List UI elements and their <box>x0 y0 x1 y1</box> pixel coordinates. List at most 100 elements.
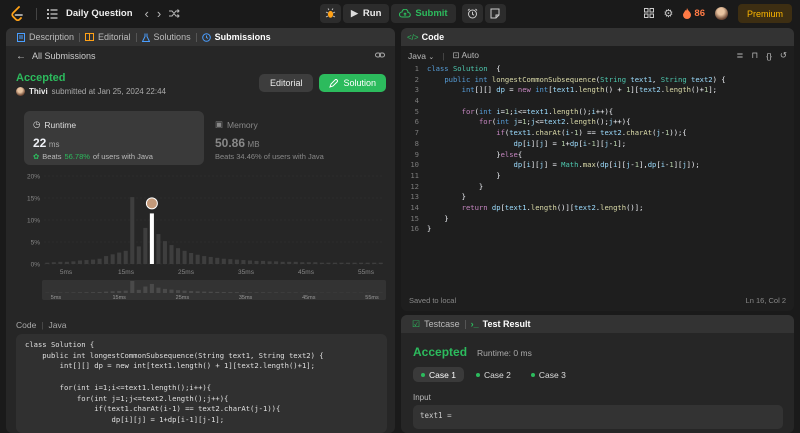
code-token: ) { <box>712 74 726 84</box>
code-line[interactable]: 8 dp[i][j] = 1 + dp[i -1][j -1]; <box>401 139 793 150</box>
pass-dot <box>530 372 535 377</box>
bar <box>176 248 181 264</box>
code-token: } <box>427 192 466 202</box>
chevron-left-icon[interactable]: ‹ <box>145 6 149 21</box>
line-number: 12 <box>410 181 419 191</box>
input-label: Input <box>413 393 431 402</box>
bar <box>195 254 200 264</box>
memory-card[interactable]: ▣ Memory 50.86 MB Beats 34.46% of users … <box>206 111 376 165</box>
code-line[interactable]: 2 public int longestCommonSubsequence(St… <box>401 75 793 86</box>
debug-button[interactable] <box>320 4 341 23</box>
case-tab-1[interactable]: Case 1 <box>413 367 464 382</box>
history-icon <box>201 32 211 42</box>
code-line[interactable]: 3 int[][] dp = new int[text1. length() + … <box>401 85 793 96</box>
code-line[interactable]: 10 dp[i][j] = Math. max(dp[i][j -1], dp[i -1… <box>401 160 793 171</box>
auto-mode[interactable]: ⊡ Auto <box>452 50 479 61</box>
bar <box>64 261 69 264</box>
grid-icon[interactable] <box>643 7 654 20</box>
code-token: } <box>427 224 432 234</box>
code-token: (); <box>595 117 609 127</box>
problem-list-icon[interactable] <box>47 8 58 19</box>
code-token: (); <box>578 106 592 116</box>
editor-toolbar: Java ⌄ | ⊡ Auto ≣ ⊓ {} ↺ <box>401 46 794 65</box>
code-line[interactable]: 12 } <box>401 182 793 193</box>
submitted-code[interactable]: class Solution { public int longestCommo… <box>16 334 387 433</box>
bar <box>352 262 357 264</box>
leetcode-logo[interactable] <box>8 6 24 22</box>
format-icon[interactable]: ≣ <box>736 50 743 61</box>
code-line[interactable]: 14 return dp[text1. length()][text2. lengt… <box>401 203 793 214</box>
code-line[interactable]: 11 } <box>401 171 793 182</box>
tab-test-result[interactable]: ›_ Test Result <box>466 319 536 329</box>
code-line[interactable]: 13 } <box>401 192 793 203</box>
case-label: Case 2 <box>483 369 511 380</box>
bar <box>143 227 148 264</box>
link-icon[interactable] <box>375 51 385 61</box>
mini-bar <box>247 292 252 293</box>
code-line[interactable]: 5 for(int i = 1; i <= text1. length (); i ++){ <box>401 107 793 118</box>
editorial-button[interactable]: Editorial <box>258 74 314 92</box>
input-value-box[interactable]: text1 = <box>413 405 783 429</box>
mini-x-tick-label: 5ms <box>51 295 62 301</box>
braces-icon[interactable]: {} <box>766 51 772 61</box>
tab-label: Editorial <box>98 32 131 42</box>
timer-button[interactable] <box>461 4 483 23</box>
bug-icon <box>325 8 336 18</box>
streak-counter[interactable]: 86 <box>683 8 705 19</box>
page-title[interactable]: Daily Question <box>66 8 133 19</box>
tab-testcase[interactable]: ☑ Testcase <box>407 319 465 330</box>
mini-bar <box>195 291 200 293</box>
mini-bar <box>202 291 207 293</box>
submit-button[interactable]: Submit <box>391 4 456 23</box>
tab-description[interactable]: Description <box>12 32 79 42</box>
avatar[interactable] <box>714 7 728 20</box>
chevron-right-icon[interactable]: › <box>157 6 161 21</box>
bar <box>332 262 337 264</box>
case-tab-3[interactable]: Case 3 <box>523 367 574 382</box>
code-line[interactable]: 1 class Solution { <box>401 64 793 75</box>
code-token: for <box>461 106 475 116</box>
runtime-distribution-chart[interactable]: 20% 15% 10% 5% 0% 5ms 15ms 25ms 35ms 45ms 55ms 5ms 1… <box>6 168 395 308</box>
code-token: dp <box>491 202 501 212</box>
shuffle-icon[interactable] <box>169 9 180 18</box>
code-line[interactable]: 16} <box>401 224 793 235</box>
code-line[interactable]: 6 for(int j = 1; j <= text2. length (); j ++){ <box>401 117 793 128</box>
case-tab-2[interactable]: Case 2 <box>468 367 519 382</box>
user-avatar-marker <box>145 197 158 210</box>
code-line[interactable]: 7 if(text1. charAt(i -1) == text2. charAt(j… <box>401 128 793 139</box>
code-line[interactable]: 4 <box>401 96 793 107</box>
tab-editorial[interactable]: Editorial <box>80 32 136 42</box>
code-token: ][ <box>530 160 540 170</box>
beats-suffix: of users with Java <box>92 152 153 161</box>
code-line[interactable]: 15 } <box>401 214 793 225</box>
x-tick-label: 5ms <box>60 269 73 276</box>
back-link[interactable]: ← All Submissions <box>16 51 96 62</box>
code-token: } <box>427 213 449 223</box>
code-token: for <box>478 117 492 127</box>
username[interactable]: Thivi <box>29 87 48 96</box>
edit-icon <box>329 78 339 88</box>
premium-button[interactable]: Premium <box>737 4 792 23</box>
tab-submissions[interactable]: Submissions <box>197 32 276 42</box>
language-select[interactable]: Java ⌄ <box>408 51 434 61</box>
code-line[interactable]: 9 } else{ <box>401 150 793 161</box>
runtime-card[interactable]: ◷ Runtime 22 ms ✿ Beats 56.78% of users … <box>24 111 204 165</box>
mini-bar <box>84 292 89 293</box>
line-number: 7 <box>414 128 419 138</box>
tab-solutions[interactable]: Solutions <box>137 32 196 42</box>
bar <box>169 245 174 264</box>
solution-button[interactable]: Solution <box>319 74 386 92</box>
user-controls: ⚙ 86 Premium <box>643 4 792 23</box>
notes-button[interactable] <box>484 4 506 23</box>
gear-icon[interactable]: ⚙ <box>664 7 674 20</box>
left-tab-bar: Description Editorial Solutions Submissi… <box>6 28 395 46</box>
memory-value: 50.86 <box>215 136 246 150</box>
code-editor[interactable]: 1 class Solution {2 public int longestCom… <box>401 64 793 235</box>
user-avatar[interactable] <box>16 87 25 96</box>
run-button[interactable]: ▶ Run <box>343 4 390 23</box>
editor-title: Code <box>421 32 445 42</box>
mini-bar <box>189 291 194 293</box>
reset-icon[interactable]: ↺ <box>780 50 787 61</box>
bookmark-icon[interactable]: ⊓ <box>752 50 759 61</box>
submitted-time: submitted at Jan 25, 2024 22:44 <box>51 87 166 96</box>
